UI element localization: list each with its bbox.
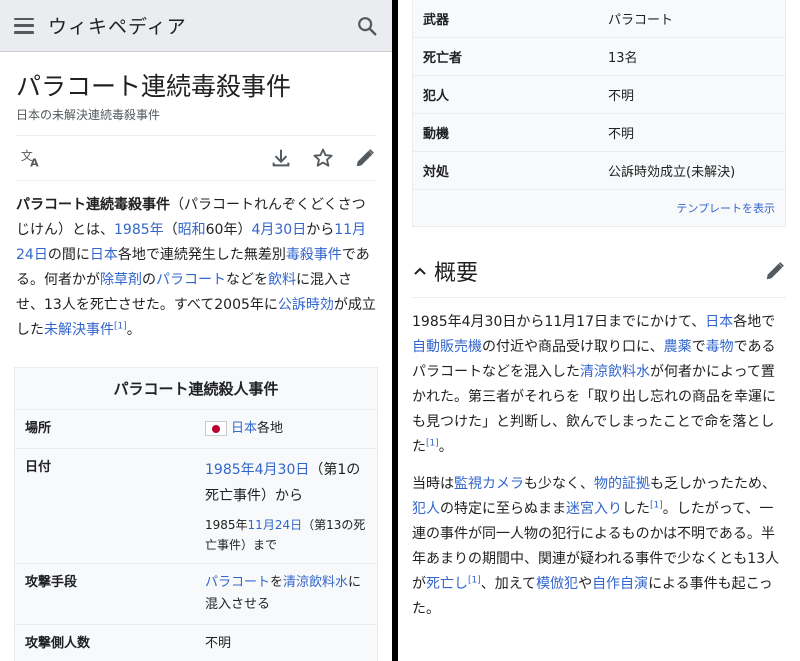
intro-bold-title: パラコート連続毒殺事件 <box>16 197 170 213</box>
infobox-row-motive: 動機 不明 <box>413 114 785 152</box>
download-icon[interactable] <box>270 147 292 169</box>
japan-flag-icon <box>205 421 227 436</box>
reference-1[interactable]: [1] <box>114 321 127 331</box>
left-panel: ウィキペディア パラコート連続毒殺事件 日本の未解決連続毒殺事件 文A パラコー… <box>0 0 392 661</box>
infobox-title: パラコート連続殺人事件 <box>15 368 377 410</box>
link-poison[interactable]: 毒物 <box>706 339 734 355</box>
overview-paragraph-1: 1985年4月30日から11月17日までにかけて、日本各地で自動販売機の付近や商… <box>412 314 776 455</box>
intro-paragraph: パラコート連続毒殺事件（パラコートれんぞくどくさつじけん）とは、1985年（昭和… <box>16 197 376 338</box>
link-showa[interactable]: 昭和 <box>178 222 206 238</box>
link-security-camera[interactable]: 監視カメラ <box>454 476 524 492</box>
link-herbicide[interactable]: 除草剤 <box>100 272 142 288</box>
link-death[interactable]: 死亡し <box>426 576 468 592</box>
search-icon[interactable] <box>356 15 378 37</box>
star-icon[interactable] <box>312 147 334 169</box>
link-japan[interactable]: 日本 <box>90 247 118 263</box>
link-cold-case[interactable]: 迷宮入り <box>566 501 622 517</box>
link-paraquat-method[interactable]: パラコート <box>205 575 270 590</box>
page-title: パラコート連続毒殺事件 <box>16 72 292 101</box>
link-culprit[interactable]: 犯人 <box>412 501 440 517</box>
reference-1[interactable]: [1] <box>650 500 663 510</box>
link-physical-evidence[interactable]: 物的証拠 <box>594 476 650 492</box>
chevron-up-icon[interactable] <box>412 263 428 279</box>
section-title: 概要 <box>434 261 479 286</box>
infobox-row-attackers: 攻撃側人数 不明 <box>15 625 377 661</box>
link-beverage[interactable]: 飲料 <box>268 272 296 288</box>
reference-1[interactable]: [1] <box>426 438 439 448</box>
infobox-row-place: 場所 日本各地 <box>15 410 377 449</box>
svg-text:A: A <box>30 156 39 169</box>
link-copycat[interactable]: 模倣犯 <box>536 576 578 592</box>
link-april-30[interactable]: 4月30日 <box>251 222 306 238</box>
edit-icon[interactable] <box>354 147 376 169</box>
link-statute-of-limitations[interactable]: 公訴時効 <box>278 297 334 313</box>
infobox-row-weapon: 武器 パラコート <box>413 0 785 38</box>
reference-1[interactable]: [1] <box>468 575 481 585</box>
infobox-row-method: 攻撃手段 パラコートを清涼飲料水に混入させる <box>15 564 377 625</box>
edit-section-icon[interactable] <box>764 260 786 282</box>
infobox-label: 日付 <box>25 460 52 475</box>
language-icon[interactable]: 文A <box>20 147 42 169</box>
link-japan-2[interactable]: 日本 <box>705 314 733 330</box>
infobox-value: 不明 <box>205 636 232 651</box>
infobox-label: 場所 <box>25 421 52 436</box>
infobox-row-date: 日付 1985年4月30日（第1の死亡事件）から 1985年11月24日（第13… <box>15 449 377 564</box>
link-self-staged[interactable]: 自作自演 <box>592 576 648 592</box>
link-paraquat[interactable]: パラコート <box>156 272 226 288</box>
link-japan-place[interactable]: 日本 <box>231 421 257 436</box>
link-date-start[interactable]: 1985年4月30日 <box>205 462 309 478</box>
section-header-overview[interactable]: 概要 <box>412 255 786 298</box>
infobox-continued: 武器 パラコート 死亡者 13名 犯人 不明 動機 不明 対処 公訴時効成立(未解決) テ… <box>412 0 786 227</box>
link-poisoning[interactable]: 毒殺事件 <box>286 247 342 263</box>
page-actions-bar: 文A <box>16 135 376 181</box>
link-soft-drink[interactable]: 清涼飲料水 <box>283 575 348 590</box>
infobox-label: 攻撃側人数 <box>25 636 91 651</box>
infobox-row-culprit: 犯人 不明 <box>413 76 785 114</box>
overview-paragraph-2: 当時は監視カメラも少なく、物的証拠も乏しかったため、犯人の特定に至らぬまま迷宮入… <box>412 476 780 617</box>
show-template-link[interactable]: テンプレートを表示 <box>676 202 775 215</box>
link-unsolved-case[interactable]: 未解決事件 <box>44 322 114 338</box>
infobox-row-deaths: 死亡者 13名 <box>413 38 785 76</box>
infobox: パラコート連続殺人事件 場所 日本各地 日付 1985年4月30日（第1の死亡事… <box>14 367 378 661</box>
page-subtitle: 日本の未解決連続毒殺事件 <box>16 108 161 122</box>
link-date-end[interactable]: 11月24日 <box>248 518 303 532</box>
wikipedia-wordmark[interactable]: ウィキペディア <box>48 12 356 39</box>
link-pesticide[interactable]: 農薬 <box>664 339 692 355</box>
link-vending-machine[interactable]: 自動販売機 <box>412 339 482 355</box>
right-panel: 武器 パラコート 死亡者 13名 犯人 不明 動機 不明 対処 公訴時効成立(未解決) テ… <box>398 0 800 661</box>
link-1985[interactable]: 1985年 <box>114 222 164 238</box>
app-header: ウィキペディア <box>0 0 392 52</box>
menu-icon[interactable] <box>14 17 34 34</box>
infobox-row-response: 対処 公訴時効成立(未解決) <box>413 152 785 190</box>
infobox-label: 攻撃手段 <box>25 575 78 590</box>
link-soft-drink-2[interactable]: 清涼飲料水 <box>580 364 650 380</box>
